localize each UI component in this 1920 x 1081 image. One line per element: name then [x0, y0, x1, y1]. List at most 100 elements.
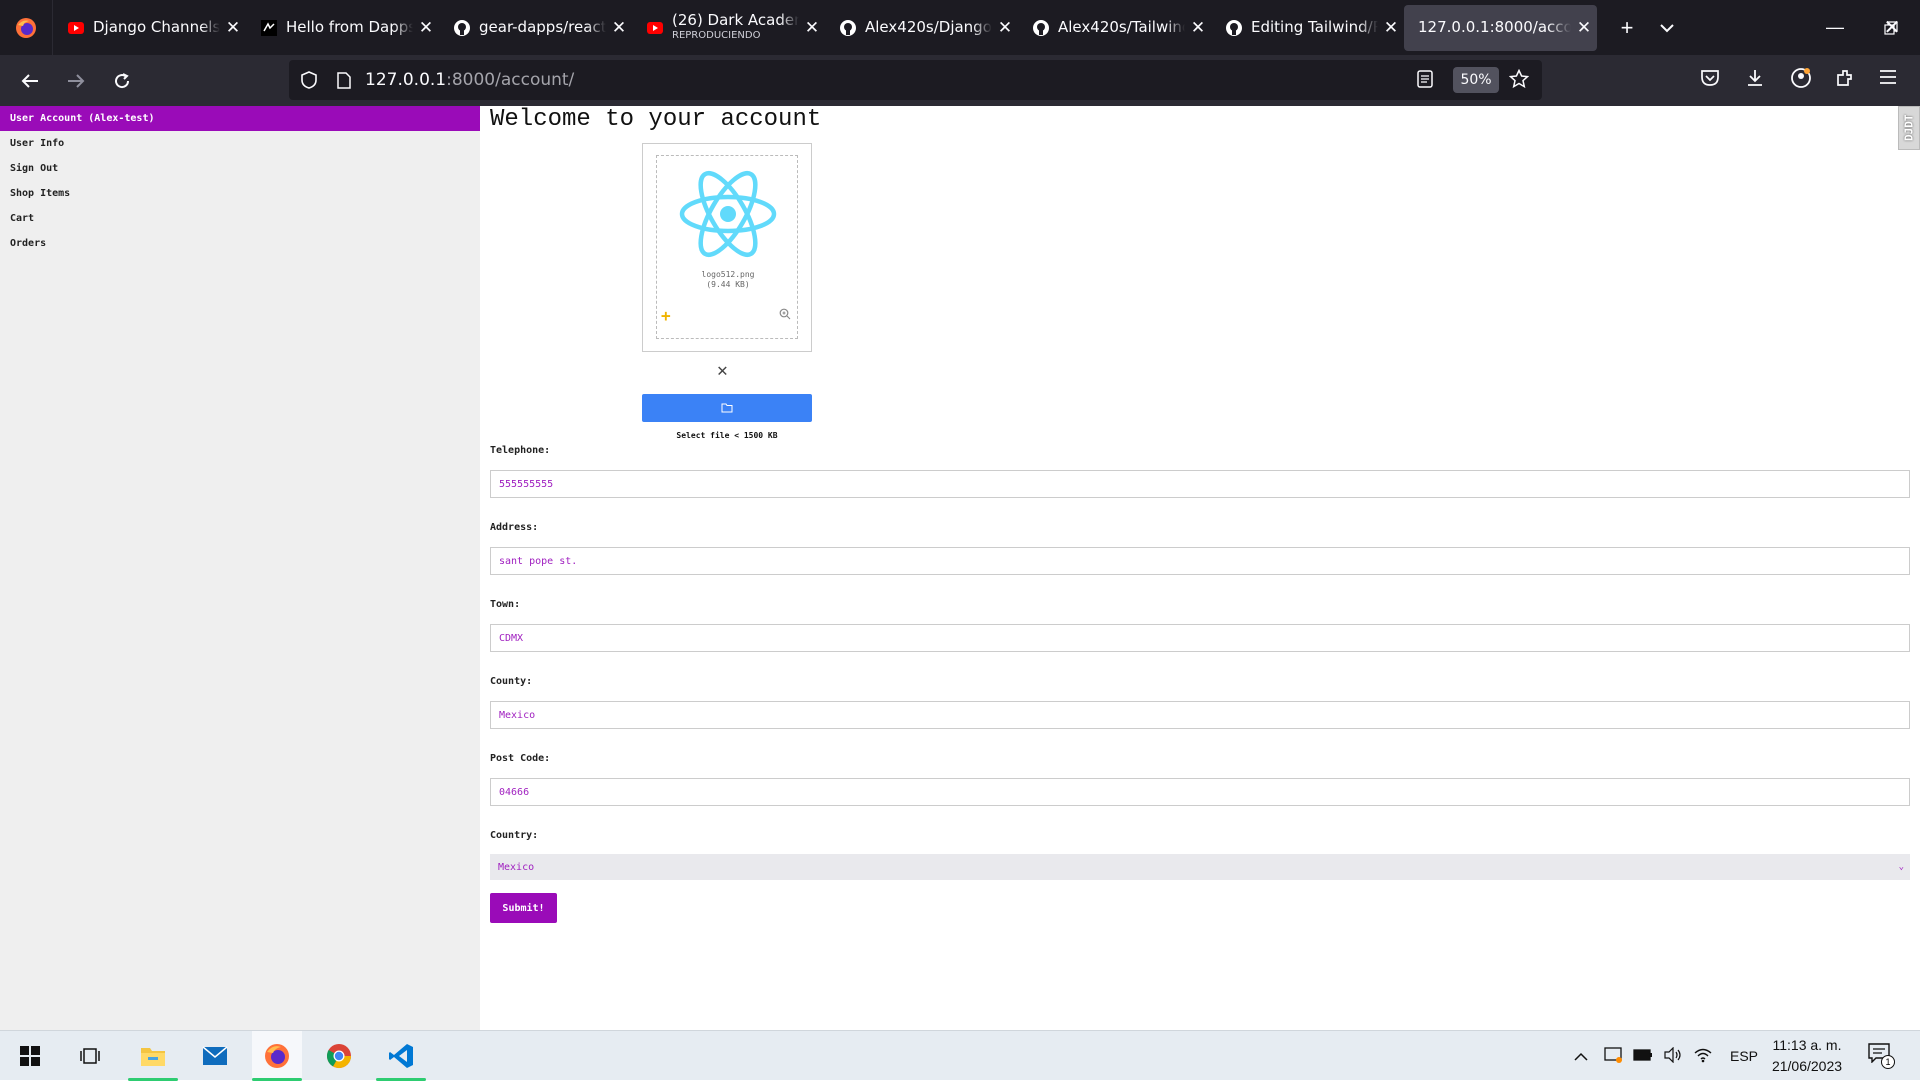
- browser-tab[interactable]: Hello from Dapps ✕: [246, 5, 439, 51]
- browser-tab[interactable]: Editing Tailwind/R ✕: [1211, 5, 1404, 51]
- battery-icon[interactable]: [1628, 1048, 1658, 1064]
- windows-start-icon[interactable]: [5, 1031, 55, 1081]
- show-hidden-icons-chevron-icon[interactable]: [1570, 1048, 1592, 1064]
- close-tab-icon[interactable]: ✕: [606, 18, 632, 38]
- hamburger-menu-icon[interactable]: [1879, 69, 1897, 90]
- browser-tab[interactable]: Alex420s/Django ✕: [825, 5, 1018, 51]
- close-tab-icon[interactable]: ✕: [1378, 18, 1404, 38]
- tab-title: Alex420s/Django: [865, 20, 992, 35]
- minimize-window-icon[interactable]: —: [1807, 0, 1863, 55]
- zoom-in-icon[interactable]: [779, 308, 791, 323]
- clock-date: 21/06/2023: [1771, 1058, 1843, 1074]
- notifications-icon[interactable]: 1: [1868, 1043, 1898, 1069]
- youtube-icon: [647, 21, 663, 34]
- telephone-input[interactable]: 555555555: [490, 470, 1910, 498]
- account-icon[interactable]: [1790, 67, 1812, 94]
- chrome-icon[interactable]: [314, 1031, 364, 1081]
- account-form: Welcome to your account logo512.png (9.4…: [480, 106, 1920, 1030]
- post-code-input[interactable]: 04666: [490, 778, 1910, 806]
- firefox-menu-icon[interactable]: [0, 0, 53, 55]
- tab-title: Django Channels F: [93, 20, 220, 35]
- close-tab-icon[interactable]: ✕: [1185, 18, 1211, 38]
- country-select[interactable]: Mexico ⌄: [490, 854, 1910, 880]
- tab-title: Editing Tailwind/R: [1251, 20, 1378, 35]
- github-icon: [1226, 19, 1242, 36]
- wifi-icon[interactable]: [1688, 1047, 1718, 1066]
- image-uploader: logo512.png (9.44 KB) +: [642, 143, 812, 352]
- address-bar[interactable]: 127.0.0.1:8000/account/ 50%: [289, 60, 1542, 100]
- county-input[interactable]: Mexico: [490, 701, 1910, 729]
- browser-tab-bar: Django Channels F ✕ Hello from Dapps ✕ g…: [0, 0, 1920, 55]
- github-icon: [1033, 19, 1049, 36]
- browser-tab[interactable]: Alex420s/Tailwind ✕: [1018, 5, 1211, 51]
- town-label: Town:: [490, 599, 521, 610]
- bookmark-star-icon[interactable]: [1508, 68, 1530, 94]
- close-window-icon[interactable]: ✕: [1864, 0, 1920, 55]
- github-icon: [454, 19, 470, 36]
- browser-tab-active[interactable]: 127.0.0.1:8000/accoun ✕: [1404, 4, 1597, 51]
- sidebar: User Account (Alex-test) User Info Sign …: [0, 106, 480, 1030]
- sidebar-item-orders[interactable]: Orders: [0, 231, 480, 256]
- downloads-icon[interactable]: [1745, 68, 1765, 93]
- gear-icon: [261, 19, 277, 36]
- windows-taskbar: ESP 11:13 a. m. 21/06/2023 1: [0, 1030, 1920, 1081]
- reader-view-icon[interactable]: [1417, 70, 1433, 93]
- sidebar-item-shop-items[interactable]: Shop Items: [0, 181, 480, 206]
- close-tab-icon[interactable]: ✕: [992, 18, 1018, 38]
- chevron-down-icon: ⌄: [1898, 862, 1904, 872]
- post-code-label: Post Code:: [490, 753, 551, 764]
- file-size: (9.44 KB): [706, 280, 750, 289]
- town-input[interactable]: CDMX: [490, 624, 1910, 652]
- react-logo-icon: [679, 171, 777, 257]
- volume-icon[interactable]: [1658, 1046, 1688, 1066]
- taskbar-clock[interactable]: 11:13 a. m. 21/06/2023: [1762, 1035, 1852, 1077]
- browser-tab[interactable]: (26) Dark Academ REPRODUCIENDO ✕: [632, 5, 825, 51]
- notification-count-badge: 1: [1881, 1055, 1895, 1069]
- browser-tab[interactable]: Django Channels F ✕: [53, 5, 246, 51]
- sidebar-item-user-info[interactable]: User Info: [0, 131, 480, 156]
- country-label: Country:: [490, 830, 539, 841]
- browse-file-button[interactable]: [642, 394, 812, 422]
- reload-icon[interactable]: [99, 61, 145, 101]
- task-view-icon[interactable]: [65, 1031, 115, 1081]
- tab-list-chevron-icon[interactable]: [1647, 8, 1687, 48]
- close-tab-icon[interactable]: ✕: [1571, 18, 1597, 38]
- forward-arrow-icon[interactable]: [53, 61, 99, 101]
- shield-icon[interactable]: [289, 71, 329, 89]
- zoom-level-button[interactable]: 50%: [1453, 67, 1499, 93]
- security-icon[interactable]: [1598, 1046, 1628, 1066]
- mail-icon[interactable]: [190, 1031, 240, 1081]
- sidebar-item-sign-out[interactable]: Sign Out: [0, 156, 480, 181]
- telephone-label: Telephone:: [490, 445, 551, 456]
- youtube-icon: [68, 21, 84, 34]
- file-size-hint: Select file < 1500 KB: [676, 431, 778, 440]
- extensions-icon[interactable]: [1835, 68, 1855, 93]
- tab-title: 127.0.0.1:8000/accoun: [1418, 20, 1571, 35]
- pocket-icon[interactable]: [1700, 69, 1720, 92]
- country-selected-value: Mexico: [498, 861, 535, 873]
- sidebar-item-user-account[interactable]: User Account (Alex-test): [0, 106, 480, 131]
- debug-toolbar-handle[interactable]: DJDT: [1898, 106, 1920, 150]
- new-tab-button[interactable]: +: [1607, 8, 1647, 48]
- back-arrow-icon[interactable]: [7, 61, 53, 101]
- sidebar-item-cart[interactable]: Cart: [0, 206, 480, 231]
- add-file-icon[interactable]: +: [661, 306, 671, 325]
- vscode-icon[interactable]: [376, 1031, 426, 1081]
- tab-title: (26) Dark Academ: [672, 12, 799, 29]
- url-path: :8000/account/: [446, 70, 575, 90]
- input-language[interactable]: ESP: [1724, 1048, 1764, 1064]
- clock-time: 11:13 a. m.: [1772, 1037, 1842, 1053]
- close-tab-icon[interactable]: ✕: [220, 18, 246, 38]
- close-tab-icon[interactable]: ✕: [413, 18, 439, 38]
- url-host: 127.0.0.1: [365, 70, 447, 90]
- image-dropzone[interactable]: logo512.png (9.44 KB) +: [656, 155, 798, 339]
- address-input[interactable]: sant pope st.: [490, 547, 1910, 575]
- firefox-taskbar-icon[interactable]: [252, 1031, 302, 1081]
- browser-tab[interactable]: gear-dapps/react ✕: [439, 5, 632, 51]
- page-icon[interactable]: [329, 71, 359, 89]
- tab-title: gear-dapps/react: [479, 20, 606, 35]
- close-tab-icon[interactable]: ✕: [799, 18, 825, 38]
- remove-file-icon[interactable]: ✕: [717, 360, 728, 381]
- submit-button[interactable]: Submit!: [490, 893, 557, 923]
- file-explorer-icon[interactable]: [128, 1031, 178, 1081]
